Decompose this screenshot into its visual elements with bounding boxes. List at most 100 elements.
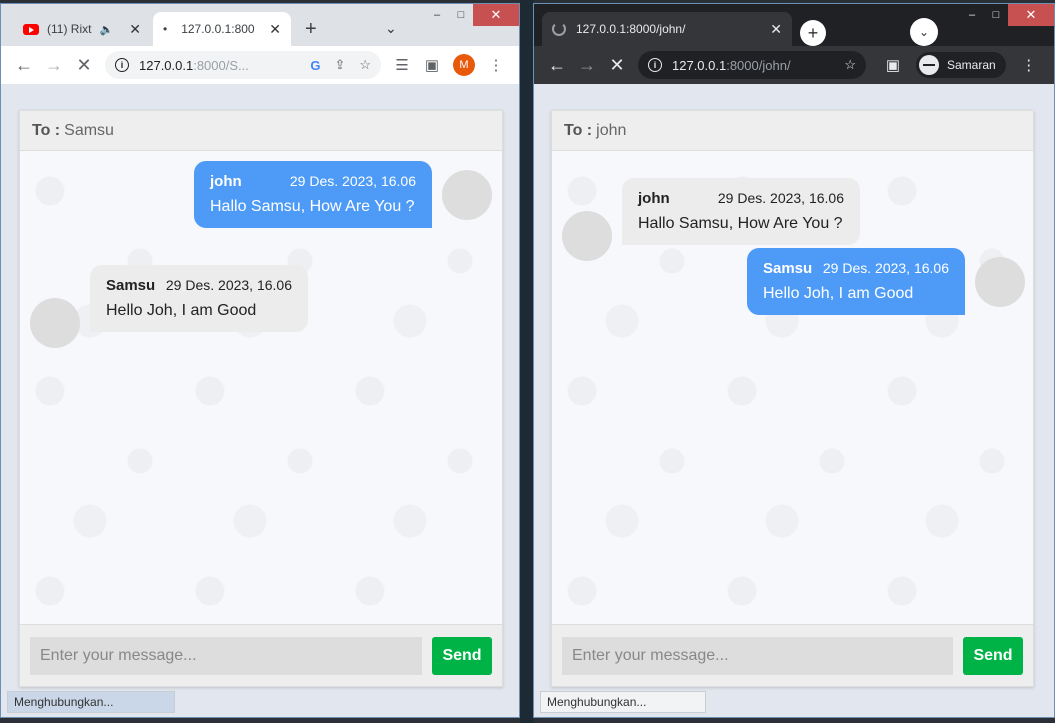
browser-window-right: 127.0.0.1:8000/john/ ✕ + ⌄ – □ ✕ ← → ✕ i… bbox=[533, 3, 1055, 718]
chat-header: To : Samsu bbox=[20, 111, 502, 151]
message-received: Samsu 29 Des. 2023, 16.06 Hello Joh, I am… bbox=[30, 248, 308, 348]
window-controls: – □ ✕ bbox=[960, 4, 1054, 26]
tab-title: (11) Rixt bbox=[47, 22, 92, 36]
share-icon[interactable]: ⇪ bbox=[334, 57, 345, 73]
recipient-name: Samsu bbox=[64, 121, 114, 139]
url-host: 127.0.0.1 bbox=[672, 57, 727, 73]
url-path: :8000/john/ bbox=[726, 57, 791, 73]
avatar bbox=[30, 298, 80, 348]
avatar bbox=[975, 256, 1025, 307]
menu-icon[interactable]: ⋮ bbox=[1014, 56, 1044, 74]
sender-name: john bbox=[210, 173, 242, 190]
message-received: john 29 Des. 2023, 16.06 Hallo Samsu, How… bbox=[562, 161, 860, 261]
close-window-button[interactable]: ✕ bbox=[473, 4, 519, 26]
url-path: :8000/S... bbox=[193, 57, 249, 73]
message-text: Hello Joh, I am Good bbox=[106, 301, 257, 319]
tab-strip: (11) Rixt 🔈 ✕ • 127.0.0.1:800 ✕ + ⌄ – □ … bbox=[1, 4, 519, 46]
message-time: 29 Des. 2023, 16.06 bbox=[165, 276, 292, 293]
status-bar: Menghubungkan... bbox=[540, 691, 706, 713]
youtube-icon bbox=[23, 23, 39, 35]
profile-avatar[interactable]: M bbox=[453, 54, 475, 76]
message-input[interactable] bbox=[30, 636, 422, 675]
message-time: 29 Des. 2023, 16.06 bbox=[822, 260, 949, 276]
avatar bbox=[442, 169, 492, 220]
message-list[interactable]: john 29 Des. 2023, 16.06 Hallo Samsu, How… bbox=[20, 151, 502, 624]
window-controls: – □ ✕ bbox=[425, 4, 519, 26]
stop-icon[interactable]: ✕ bbox=[602, 55, 632, 76]
minimize-button[interactable]: – bbox=[960, 4, 984, 26]
message-sent: Samsu 29 Des. 2023, 16.06 Hello Joh, I am… bbox=[747, 248, 1025, 315]
bookmark-star-icon[interactable]: ☆ bbox=[844, 57, 856, 73]
message-text: Hallo Samsu, How Are You ? bbox=[210, 198, 415, 215]
browser-toolbar: ← → ✕ i 127.0.0.1:8000/S... G ⇪ ☆ ☰ ▣ M … bbox=[1, 46, 519, 84]
send-button[interactable]: Send bbox=[963, 636, 1023, 675]
chat-panel: To : Samsu john 29 Des. 2023, 16.06 Hallo… bbox=[19, 110, 503, 687]
tab-search-icon[interactable]: ⌄ bbox=[910, 18, 938, 46]
message-bubble: john 29 Des. 2023, 16.06 Hallo Samsu, How… bbox=[622, 177, 860, 245]
message-bubble: Samsu 29 Des. 2023, 16.06 Hello Joh, I am… bbox=[747, 248, 965, 315]
chat-header: To : john bbox=[552, 111, 1033, 151]
message-time: 29 Des. 2023, 16.06 bbox=[717, 189, 844, 206]
incognito-icon bbox=[919, 55, 939, 75]
side-panel-icon[interactable]: ▣ bbox=[417, 56, 447, 74]
tab-chat[interactable]: • 127.0.0.1:800 ✕ bbox=[153, 12, 291, 46]
close-tab-icon[interactable]: ✕ bbox=[770, 21, 782, 38]
close-tab-icon[interactable]: ✕ bbox=[269, 21, 281, 38]
reading-list-icon[interactable]: ☰ bbox=[387, 56, 417, 74]
chat-panel: To : john john 29 Des. 2023, 16.06 Hallo … bbox=[551, 110, 1034, 687]
incognito-indicator[interactable]: Samaran bbox=[916, 52, 1006, 78]
audio-icon[interactable]: 🔈 bbox=[99, 23, 113, 36]
menu-icon[interactable]: ⋮ bbox=[481, 56, 511, 74]
tab-strip: 127.0.0.1:8000/john/ ✕ + ⌄ – □ ✕ bbox=[534, 4, 1054, 46]
loading-icon bbox=[552, 22, 566, 36]
send-button[interactable]: Send bbox=[432, 636, 492, 675]
bookmark-star-icon[interactable]: ☆ bbox=[359, 57, 371, 73]
new-tab-button[interactable]: + bbox=[305, 18, 317, 41]
message-composer: Send bbox=[552, 624, 1033, 686]
incognito-label: Samaran bbox=[947, 58, 996, 72]
message-sent: john 29 Des. 2023, 16.06 Hallo Samsu, How… bbox=[194, 161, 492, 228]
site-info-icon[interactable]: i bbox=[115, 58, 129, 72]
close-window-button[interactable]: ✕ bbox=[1008, 4, 1054, 26]
back-icon[interactable]: ← bbox=[9, 55, 39, 76]
to-label: To : bbox=[32, 121, 61, 139]
back-icon[interactable]: ← bbox=[542, 55, 572, 76]
google-icon[interactable]: G bbox=[310, 58, 320, 73]
close-tab-icon[interactable]: ✕ bbox=[129, 21, 141, 38]
side-panel-icon[interactable]: ▣ bbox=[878, 56, 908, 74]
recipient-name: john bbox=[596, 121, 627, 139]
message-list[interactable]: john 29 Des. 2023, 16.06 Hallo Samsu, How… bbox=[552, 151, 1033, 624]
desktop-background bbox=[520, 0, 534, 723]
forward-icon[interactable]: → bbox=[572, 55, 602, 76]
message-bubble: john 29 Des. 2023, 16.06 Hallo Samsu, How… bbox=[194, 161, 432, 228]
new-tab-button[interactable]: + bbox=[800, 20, 826, 46]
tab-title: 127.0.0.1:800 bbox=[181, 22, 255, 36]
address-bar[interactable]: i 127.0.0.1:8000/john/ ☆ bbox=[638, 51, 866, 79]
site-info-icon[interactable]: i bbox=[648, 58, 662, 72]
loading-icon: • bbox=[163, 22, 168, 36]
message-text: Hello Joh, I am Good bbox=[763, 285, 914, 302]
tab-chat[interactable]: 127.0.0.1:8000/john/ ✕ bbox=[542, 12, 792, 46]
message-time: 29 Des. 2023, 16.06 bbox=[289, 173, 416, 189]
tab-youtube[interactable]: (11) Rixt 🔈 ✕ bbox=[13, 12, 151, 46]
avatar bbox=[562, 211, 612, 261]
message-bubble: Samsu 29 Des. 2023, 16.06 Hello Joh, I am… bbox=[90, 264, 308, 332]
maximize-button[interactable]: □ bbox=[449, 4, 473, 26]
forward-icon[interactable]: → bbox=[39, 55, 69, 76]
url-host: 127.0.0.1 bbox=[139, 57, 194, 73]
minimize-button[interactable]: – bbox=[425, 4, 449, 26]
maximize-button[interactable]: □ bbox=[984, 4, 1008, 26]
browser-window-left: (11) Rixt 🔈 ✕ • 127.0.0.1:800 ✕ + ⌄ – □ … bbox=[0, 3, 520, 718]
sender-name: john bbox=[638, 189, 670, 207]
address-bar[interactable]: i 127.0.0.1:8000/S... G ⇪ ☆ bbox=[105, 51, 381, 79]
sender-name: Samsu bbox=[763, 260, 813, 277]
browser-toolbar: ← → ✕ i 127.0.0.1:8000/john/ ☆ ▣ Samaran… bbox=[534, 46, 1054, 84]
tab-title: 127.0.0.1:8000/john/ bbox=[576, 22, 686, 36]
tab-search-icon[interactable]: ⌄ bbox=[385, 20, 397, 37]
page-content: To : john john 29 Des. 2023, 16.06 Hallo … bbox=[534, 84, 1054, 717]
page-content: To : Samsu john 29 Des. 2023, 16.06 Hallo… bbox=[1, 84, 519, 717]
message-text: Hallo Samsu, How Are You ? bbox=[638, 214, 843, 232]
message-input[interactable] bbox=[562, 636, 953, 675]
stop-icon[interactable]: ✕ bbox=[69, 55, 99, 76]
message-composer: Send bbox=[20, 624, 502, 686]
